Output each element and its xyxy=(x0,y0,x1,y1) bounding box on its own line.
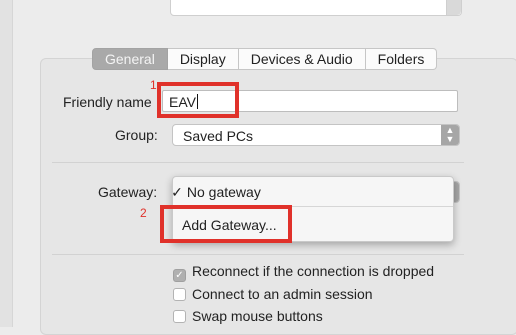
option-admin-session-label: Connect to an admin session xyxy=(192,286,373,302)
option-reconnect-label: Reconnect if the connection is dropped xyxy=(192,263,435,279)
section-divider xyxy=(52,162,464,163)
tab-bar: General Display Devices & Audio Folders xyxy=(92,48,438,70)
option-admin-session[interactable]: Connect to an admin session xyxy=(173,285,373,305)
step-marker-2: 2 xyxy=(140,206,147,220)
section-divider xyxy=(52,254,464,255)
tab-devices-audio[interactable]: Devices & Audio xyxy=(238,48,366,70)
menu-separator xyxy=(173,206,453,207)
menu-item-add-gateway[interactable]: Add Gateway... xyxy=(173,213,453,237)
option-reconnect[interactable]: ✓ Reconnect if the connection is dropped xyxy=(173,262,434,282)
checkbox-swap-mouse[interactable] xyxy=(173,310,186,323)
step-marker-1: 1 xyxy=(150,78,157,92)
group-select[interactable]: Saved PCs ▲ ▼ xyxy=(172,124,460,146)
friendly-name-value: EAV xyxy=(169,94,196,110)
window-edge xyxy=(0,0,13,327)
menu-item-no-gateway[interactable]: ✓ No gateway xyxy=(171,180,453,204)
tab-folders[interactable]: Folders xyxy=(365,48,438,70)
friendly-name-label: Friendly name xyxy=(63,94,152,110)
checkbox-reconnect[interactable]: ✓ xyxy=(173,269,186,282)
group-value: Saved PCs xyxy=(183,128,254,144)
option-swap-mouse[interactable]: Swap mouse buttons xyxy=(173,307,323,327)
menu-item-add-gateway-label: Add Gateway... xyxy=(182,217,277,233)
option-swap-mouse-label: Swap mouse buttons xyxy=(192,308,323,324)
tab-general[interactable]: General xyxy=(92,48,168,70)
top-field-fragment xyxy=(170,0,462,16)
friendly-name-input[interactable]: EAV xyxy=(162,90,458,112)
checkbox-admin-session[interactable] xyxy=(173,288,186,301)
gateway-label: Gateway: xyxy=(98,184,158,200)
group-label: Group: xyxy=(115,127,158,143)
menu-item-no-gateway-label: No gateway xyxy=(186,184,261,200)
tab-display[interactable]: Display xyxy=(167,48,239,70)
updown-chevron-icon: ▲▼ xyxy=(441,125,459,145)
gateway-dropdown-menu: ✓ No gateway Add Gateway... xyxy=(171,176,454,242)
checkmark-icon: ✓ xyxy=(171,184,183,200)
